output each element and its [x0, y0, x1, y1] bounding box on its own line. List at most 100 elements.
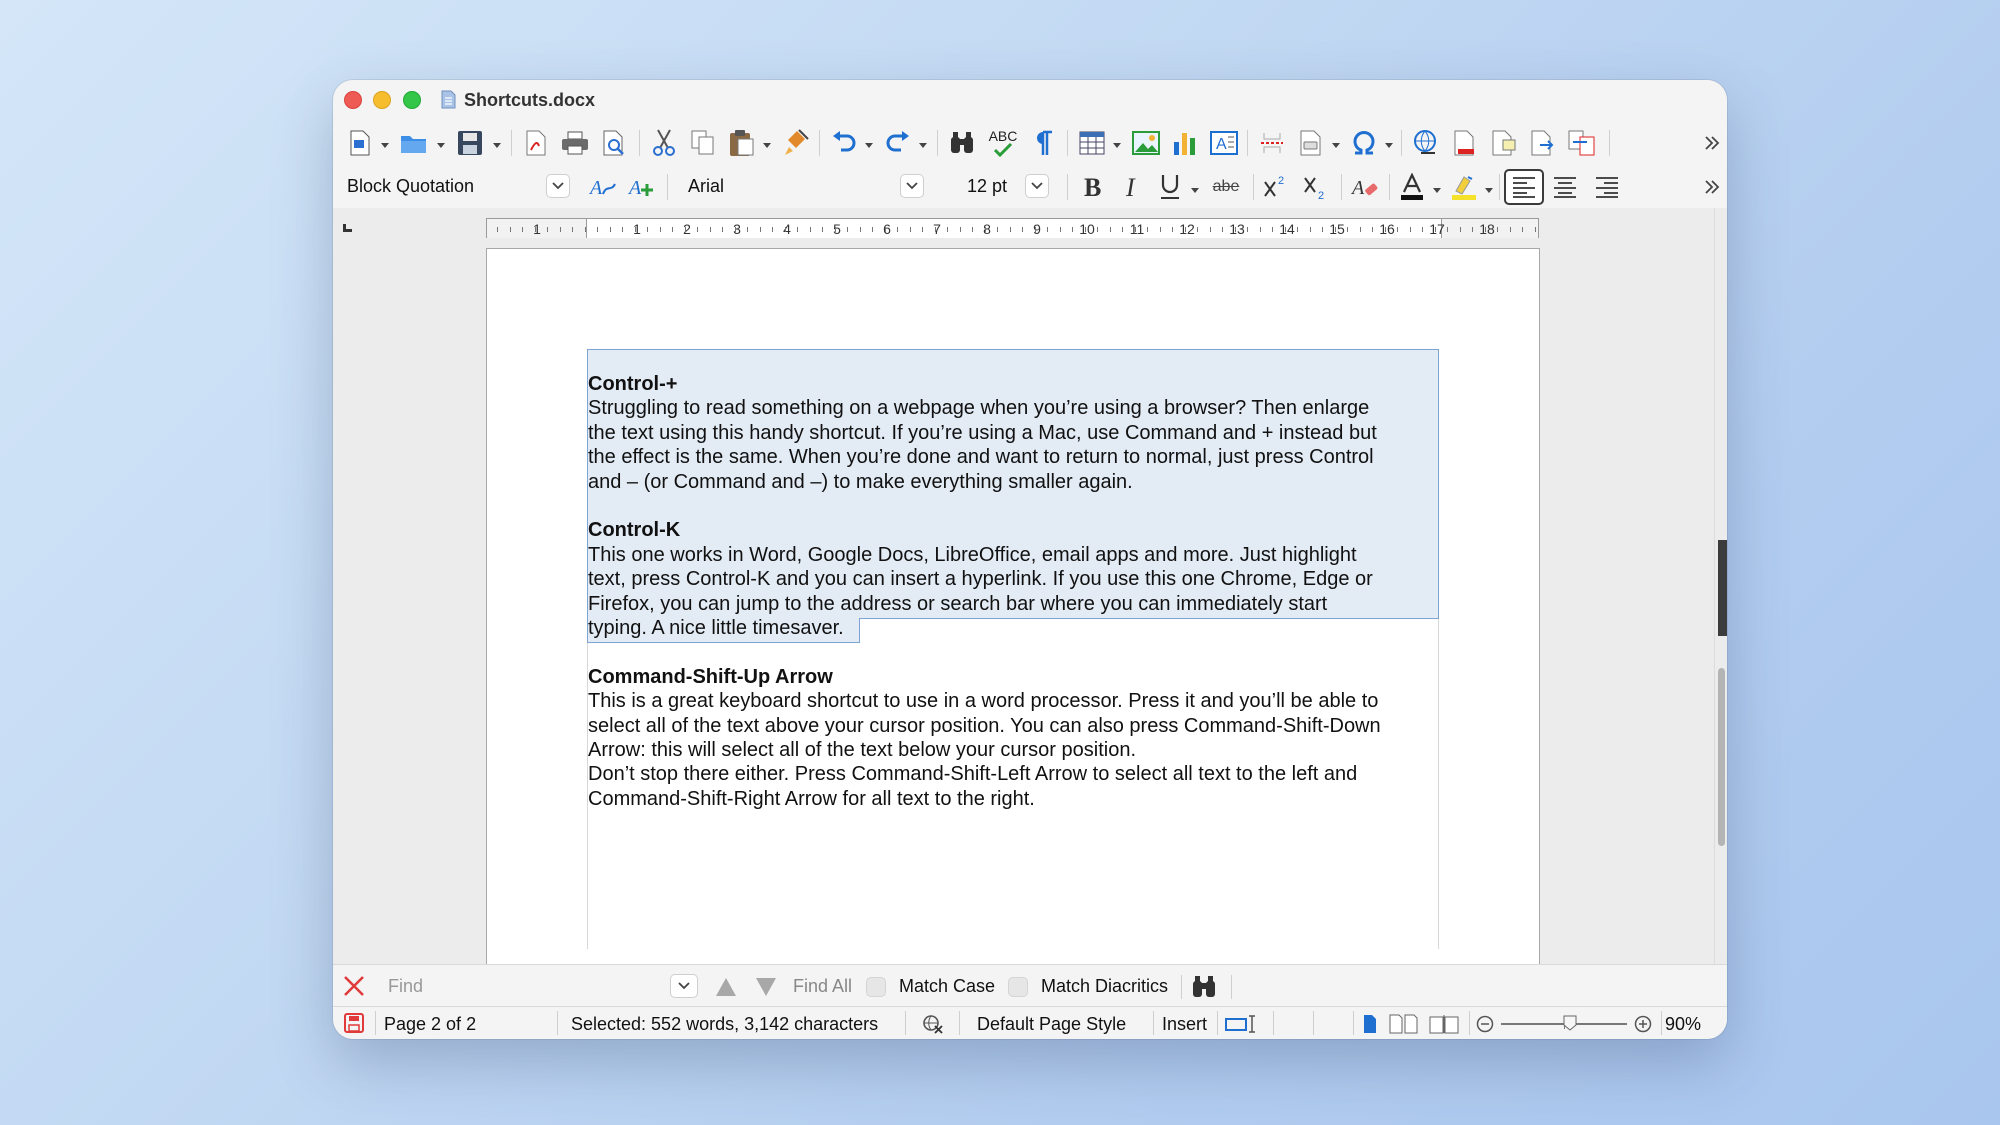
insert-page-break-icon[interactable] [1255, 126, 1289, 160]
strikethrough-button[interactable]: abe [1206, 170, 1246, 204]
formatting-overflow-icon[interactable] [1701, 172, 1723, 202]
body-text-line[interactable]: Firefox, you can jump to the address or … [588, 592, 1448, 616]
spellcheck-icon[interactable]: ABC [984, 126, 1022, 160]
body-text-line[interactable]: This one works in Word, Google Docs, Lib… [588, 543, 1448, 567]
subscript-icon[interactable]: 2 [1299, 170, 1333, 204]
zoom-level[interactable]: 90% [1665, 1014, 1701, 1035]
undo-icon[interactable] [827, 126, 861, 160]
underline-icon[interactable] [1153, 170, 1187, 204]
align-center-icon[interactable] [1548, 170, 1582, 204]
body-text-line[interactable]: Don’t stop there either. Press Command-S… [588, 762, 1448, 786]
undo-dropdown-icon[interactable] [865, 143, 873, 148]
formatting-marks-icon[interactable] [1027, 126, 1061, 160]
page-indicator[interactable]: Page 2 of 2 [384, 1014, 476, 1035]
paste-dropdown-icon[interactable] [763, 143, 771, 148]
paste-icon[interactable] [725, 126, 759, 160]
body-text-line[interactable]: the effect is the same. When you’re done… [588, 445, 1448, 469]
find-and-replace-icon[interactable] [1189, 973, 1219, 1001]
paragraph-style-combo[interactable]: Block Quotation [333, 171, 578, 201]
section-heading[interactable]: Command-Shift-Up Arrow [588, 665, 1448, 689]
document-page[interactable]: Control-+ Struggling to read something on… [486, 248, 1540, 964]
font-color-icon[interactable] [1395, 170, 1429, 204]
find-input[interactable]: Find [384, 971, 702, 1001]
open-folder-icon[interactable] [397, 126, 431, 160]
open-dropdown-icon[interactable] [437, 143, 445, 148]
insert-textbox-icon[interactable]: A [1207, 126, 1241, 160]
match-case-checkbox[interactable] [866, 977, 886, 997]
font-name-dropdown-button[interactable] [900, 174, 924, 198]
page-style[interactable]: Default Page Style [977, 1014, 1126, 1035]
body-text-line[interactable]: Struggling to read something on a webpag… [588, 396, 1448, 420]
insert-image-icon[interactable] [1129, 126, 1163, 160]
sidebar-collapse-handle[interactable] [1718, 540, 1727, 636]
highlight-dropdown-icon[interactable] [1485, 188, 1493, 193]
selection-mode-icon[interactable] [1223, 1013, 1261, 1035]
special-character-dropdown-icon[interactable] [1385, 143, 1393, 148]
find-previous-icon[interactable] [713, 974, 739, 1000]
find-next-icon[interactable] [753, 974, 779, 1000]
insert-hyperlink-icon[interactable] [1409, 126, 1443, 160]
body-text-line[interactable]: This is a great keyboard shortcut to use… [588, 689, 1448, 713]
insert-field-icon[interactable] [1294, 126, 1328, 160]
save-icon[interactable] [453, 126, 487, 160]
body-text-line[interactable]: typing. A nice little timesaver. [588, 616, 1448, 640]
multi-page-view-icon[interactable] [1387, 1012, 1421, 1036]
new-document-dropdown-icon[interactable] [381, 143, 389, 148]
font-name-combo[interactable]: Arial [674, 171, 932, 201]
toolbar-overflow-icon[interactable] [1701, 128, 1723, 158]
zoom-slider-track[interactable] [1501, 1015, 1627, 1031]
horizontal-ruler[interactable]: 1 1 2 3 4 5 6 7 8 9 10 11 12 13 14 15 16 17 18 [486, 218, 1539, 240]
compare-document-icon[interactable] [1565, 126, 1599, 160]
font-color-dropdown-icon[interactable] [1433, 188, 1441, 193]
insert-comment-icon[interactable] [1487, 126, 1521, 160]
book-view-icon[interactable] [1427, 1012, 1461, 1036]
insert-field-dropdown-icon[interactable] [1332, 143, 1340, 148]
maximize-window-button[interactable] [403, 91, 421, 109]
insert-footnote-icon[interactable] [1448, 126, 1482, 160]
insert-mode[interactable]: Insert [1162, 1014, 1207, 1035]
insert-table-dropdown-icon[interactable] [1113, 143, 1121, 148]
redo-dropdown-icon[interactable] [919, 143, 927, 148]
minimize-window-button[interactable] [373, 91, 391, 109]
zoom-slider-thumb[interactable] [1563, 1015, 1577, 1031]
section-heading[interactable]: Control-K [588, 518, 1448, 542]
document-text[interactable]: Control-+ Struggling to read something on… [588, 372, 1448, 811]
special-character-omega-icon[interactable] [1347, 126, 1381, 160]
close-window-button[interactable] [344, 91, 362, 109]
font-size-combo[interactable]: 12 pt [953, 171, 1055, 201]
insert-table-icon[interactable] [1075, 126, 1109, 160]
copy-icon[interactable] [686, 126, 720, 160]
find-history-dropdown-button[interactable] [670, 974, 698, 998]
body-text-line[interactable]: and – (or Command and –) to make everyth… [588, 470, 1448, 494]
find-replace-binoculars-icon[interactable] [945, 126, 979, 160]
font-size-dropdown-button[interactable] [1025, 174, 1049, 198]
align-left-button[interactable] [1504, 169, 1544, 205]
cut-icon[interactable] [647, 126, 681, 160]
track-changes-icon[interactable] [1526, 126, 1560, 160]
underline-dropdown-icon[interactable] [1191, 188, 1199, 193]
tab-stop-selector-icon[interactable] [343, 224, 352, 232]
paragraph-style-dropdown-button[interactable] [546, 174, 570, 198]
align-right-icon[interactable] [1590, 170, 1624, 204]
match-case-label[interactable]: Match Case [899, 976, 995, 997]
body-text-line[interactable]: the text using this handy shortcut. If y… [588, 421, 1448, 445]
body-text-line[interactable]: select all of the text above your cursor… [588, 714, 1448, 738]
italic-icon[interactable]: I [1116, 170, 1150, 204]
language-spellcheck-icon[interactable] [921, 1013, 945, 1035]
clone-formatting-icon[interactable] [779, 126, 813, 160]
document-modified-icon[interactable] [343, 1012, 365, 1034]
bold-icon[interactable]: B [1076, 170, 1110, 204]
scrollbar-thumb[interactable] [1718, 668, 1725, 846]
zoom-in-icon[interactable] [1633, 1014, 1653, 1034]
new-document-icon[interactable] [343, 126, 377, 160]
insert-chart-icon[interactable] [1168, 126, 1202, 160]
section-heading[interactable]: Control-+ [588, 372, 1448, 396]
body-text-line[interactable]: Command-Shift-Right Arrow for all text t… [588, 787, 1448, 811]
word-count[interactable]: Selected: 552 words, 3,142 characters [571, 1014, 878, 1035]
superscript-icon[interactable]: 2 [1259, 170, 1293, 204]
highlight-color-icon[interactable] [1447, 170, 1481, 204]
body-text-line[interactable]: text, press Control-K and you can insert… [588, 567, 1448, 591]
match-diacritics-label[interactable]: Match Diacritics [1041, 976, 1168, 997]
document-area[interactable]: Control-+ Struggling to read something on… [333, 238, 1714, 964]
find-all-button[interactable]: Find All [793, 976, 852, 997]
